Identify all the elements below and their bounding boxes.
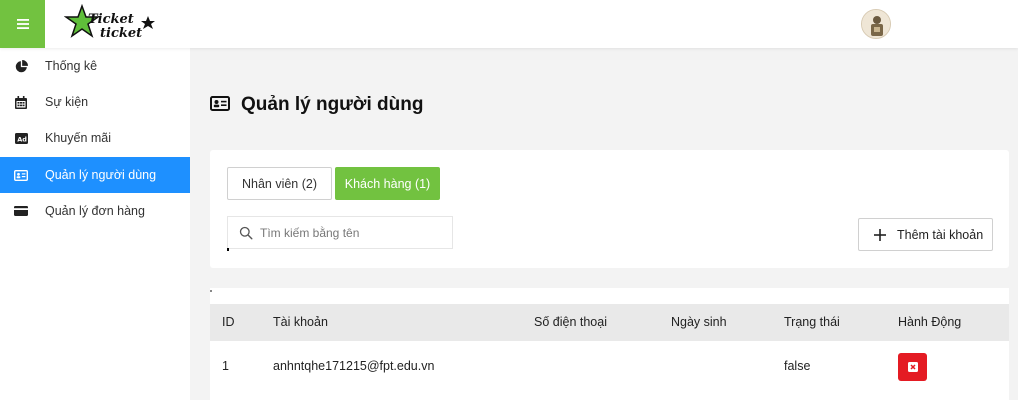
column-header-actions: Hành Động — [898, 315, 962, 329]
svg-text:ticket: ticket — [100, 26, 142, 41]
calendar-icon — [14, 95, 28, 109]
cell-account: anhntqhe171215@fpt.edu.vn — [273, 359, 435, 373]
credit-card-icon — [14, 204, 28, 218]
top-header: Ticket ticket — [0, 0, 1018, 48]
hamburger-icon — [16, 19, 29, 29]
sidebar-item-label: Sự kiện — [45, 95, 89, 109]
sidebar-item-order-management[interactable]: Quản lý đơn hàng — [0, 193, 190, 229]
column-header-id: ID — [222, 315, 235, 329]
ad-icon: Ad — [14, 131, 28, 145]
plus-icon — [874, 229, 886, 241]
ticket-logo[interactable]: Ticket ticket — [63, 3, 156, 44]
pie-chart-icon — [14, 59, 28, 73]
user-avatar[interactable] — [861, 9, 891, 39]
page-title: Quản lý người dùng — [241, 94, 424, 115]
sidebar-item-label: Khuyến mãi — [45, 131, 112, 145]
sidebar-item-label: Thống kê — [45, 59, 98, 73]
divider-mark — [227, 248, 229, 251]
add-account-button[interactable]: Thêm tài khoản — [858, 218, 993, 251]
sidebar-item-promotions[interactable]: Ad Khuyến mãi — [0, 120, 190, 156]
divider-mark — [210, 290, 212, 292]
search-box — [227, 216, 453, 249]
logo-icon: Ticket ticket — [63, 3, 155, 41]
sidebar-item-user-management[interactable]: Quản lý người dùng — [0, 157, 190, 193]
table-header: ID Tài khoản Số điện thoại Ngày sinh Trạ… — [210, 304, 1009, 341]
menu-toggle-button[interactable] — [0, 0, 45, 48]
svg-text:Ticket: Ticket — [88, 12, 134, 27]
add-account-label: Thêm tài khoản — [897, 227, 984, 242]
table-row: 1 anhntqhe171215@fpt.edu.vn false — [210, 341, 1009, 391]
users-table-card: ID Tài khoản Số điện thoại Ngày sinh Trạ… — [210, 288, 1009, 400]
sidebar-item-label: Quản lý đơn hàng — [45, 204, 145, 218]
column-header-status: Trạng thái — [784, 315, 840, 329]
id-card-icon — [14, 168, 28, 182]
sidebar-item-statistics[interactable]: Thống kê — [0, 48, 190, 84]
cell-status: false — [784, 359, 811, 373]
column-header-dob: Ngày sinh — [671, 315, 727, 329]
cell-id: 1 — [222, 359, 229, 373]
avatar-icon — [862, 10, 890, 38]
tab-staff[interactable]: Nhân viên (2) — [227, 167, 332, 200]
svg-text:Ad: Ad — [17, 135, 27, 143]
column-header-account: Tài khoản — [273, 315, 328, 329]
tab-customers[interactable]: Khách hàng (1) — [335, 167, 440, 200]
page-header: Quản lý người dùng — [210, 90, 423, 120]
delete-button[interactable] — [898, 353, 927, 381]
close-icon — [907, 362, 918, 372]
sidebar-item-events[interactable]: Sự kiện — [0, 84, 190, 120]
search-input[interactable] — [260, 223, 448, 243]
sidebar: Thống kê Sự kiện Ad Khuyến mãi Quản lý n… — [0, 48, 190, 400]
id-card-icon — [210, 96, 230, 114]
search-icon — [239, 226, 253, 240]
controls-card: Nhân viên (2) Khách hàng (1) Thêm tài kh… — [210, 150, 1009, 268]
sidebar-item-label: Quản lý người dùng — [45, 168, 157, 182]
column-header-phone: Số điện thoại — [534, 315, 607, 329]
